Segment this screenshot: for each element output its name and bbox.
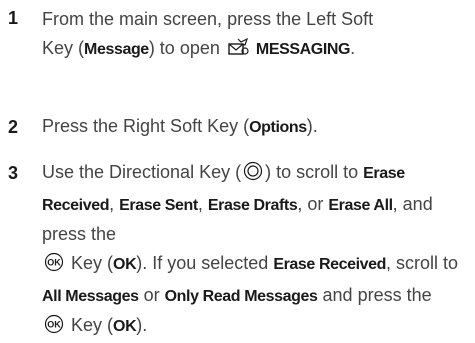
- step-text-line: From the main screen, press the Left Sof…: [42, 9, 374, 29]
- option-erase-all: Erase All: [328, 197, 393, 214]
- key-label-message: Message: [84, 41, 149, 58]
- step-number: 1: [8, 8, 19, 28]
- messaging-envelope-icon: [227, 37, 249, 66]
- instruction-page: 1 From the main screen, press the Left S…: [0, 0, 475, 335]
- ok-key-icon: OK: [44, 314, 64, 343]
- step-text: Use the Directional Key ( ) to scroll to…: [42, 158, 474, 343]
- key-label-ok: OK: [113, 318, 137, 335]
- directional-key-icon: [243, 161, 263, 190]
- step-number: 3: [8, 163, 19, 183]
- step-number: 2: [8, 117, 19, 137]
- option-all-messages: All Messages: [42, 288, 139, 305]
- option-erase-drafts: Erase Drafts: [207, 197, 298, 214]
- key-label-ok: OK: [113, 256, 137, 273]
- option-only-read-messages: Only Read Messages: [164, 288, 318, 305]
- svg-text:OK: OK: [47, 258, 61, 268]
- key-label-options: Options: [249, 119, 307, 136]
- step-text: From the main screen, press the Left Sof…: [42, 5, 474, 66]
- option-erase-sent: Erase Sent: [119, 197, 198, 214]
- option-erase-received: Erase Received: [273, 256, 387, 273]
- menu-label-messaging: MESSAGING: [255, 41, 351, 58]
- step-text: Press the Right Soft Key (Options).: [42, 116, 318, 136]
- svg-text:OK: OK: [47, 320, 61, 330]
